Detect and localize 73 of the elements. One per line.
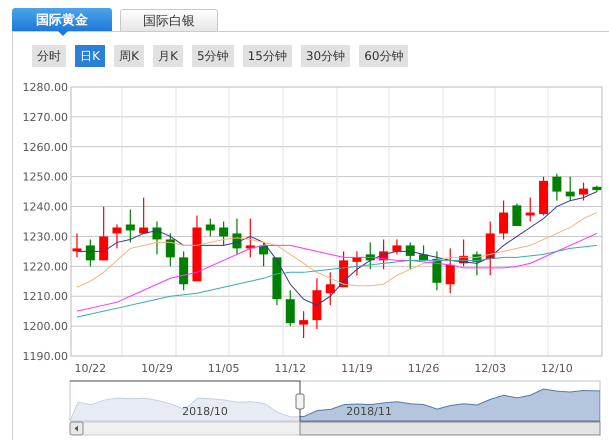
candlestick — [366, 242, 375, 270]
candlestick — [192, 216, 202, 282]
candlestick — [499, 200, 508, 240]
axis-label: 1240.00 — [22, 200, 68, 214]
range-handle[interactable] — [296, 394, 304, 410]
candlestick — [72, 233, 82, 258]
candlestick — [286, 290, 295, 326]
candlestick — [86, 239, 95, 266]
axis-label: 1210.00 — [22, 290, 68, 304]
tab-pointer-icon — [58, 31, 68, 36]
candlestick — [352, 251, 362, 276]
axis-label: 1200.00 — [22, 320, 68, 334]
candlestick — [99, 206, 108, 260]
candlestick — [126, 210, 135, 242]
candlestick — [139, 198, 148, 234]
period-button[interactable]: 月K — [153, 45, 183, 67]
period-button[interactable]: 日K — [75, 45, 105, 67]
candlestick — [472, 251, 482, 276]
candlestick — [446, 248, 455, 294]
period-button[interactable]: 5分钟 — [192, 45, 234, 67]
axis-label: 1270.00 — [22, 110, 68, 124]
candlestick — [246, 218, 255, 258]
axis-label: 1260.00 — [22, 140, 68, 154]
candlestick — [592, 186, 602, 192]
candlestick — [566, 176, 575, 201]
axis-label: 10/29 — [141, 362, 173, 375]
candlestick — [526, 198, 535, 222]
navigator-label: 2018/11 — [346, 405, 392, 418]
candlestick — [579, 182, 588, 201]
axis-label: 1250.00 — [22, 170, 68, 184]
axis-label: 1220.00 — [22, 260, 68, 274]
candlestick — [432, 251, 442, 290]
axis-label: 1190.00 — [22, 350, 68, 363]
axis-label: 10/22 — [74, 362, 106, 375]
axis-label: 1230.00 — [22, 230, 68, 244]
navigator-label: 2018/10 — [182, 405, 228, 418]
candlestick — [112, 224, 122, 248]
period-button[interactable]: 60分钟 — [359, 45, 408, 67]
axis-label: 12/10 — [541, 362, 573, 375]
candlestick — [232, 218, 242, 254]
candlestick — [459, 239, 468, 266]
candlestick — [392, 239, 402, 254]
candlestick — [166, 233, 175, 266]
candlestick — [539, 176, 548, 216]
scroll-left-button[interactable] — [70, 422, 84, 436]
candlestick — [486, 222, 495, 276]
scrollbar-thumb[interactable] — [300, 422, 600, 436]
period-button[interactable]: 周K — [114, 45, 144, 67]
candlestick — [152, 222, 162, 254]
axis-label: 11/19 — [341, 362, 373, 375]
candlestick — [312, 278, 322, 330]
candlestick — [419, 245, 428, 260]
axis-label: 11/05 — [208, 362, 240, 375]
tab[interactable]: 国际白银 — [120, 9, 218, 31]
candlestick — [179, 251, 188, 290]
candlestick — [299, 311, 308, 338]
candlestick — [406, 242, 415, 270]
candlestick — [206, 218, 215, 236]
period-button[interactable]: 30分钟 — [300, 45, 350, 67]
candlestick — [259, 242, 268, 266]
axis-label: 11/12 — [274, 362, 306, 375]
candlestick — [272, 257, 282, 306]
axis-label: 12/03 — [474, 362, 506, 375]
axis-label: 11/26 — [408, 362, 440, 375]
candlestick — [326, 272, 335, 306]
candlestick — [379, 239, 388, 270]
period-button[interactable]: 15分钟 — [242, 45, 292, 67]
period-button[interactable]: 分时 — [32, 45, 66, 67]
axis-label: 1280.00 — [22, 81, 68, 94]
candlestick — [512, 204, 522, 226]
candlestick — [219, 222, 228, 246]
candlestick — [339, 251, 348, 288]
candlestick — [552, 174, 562, 201]
